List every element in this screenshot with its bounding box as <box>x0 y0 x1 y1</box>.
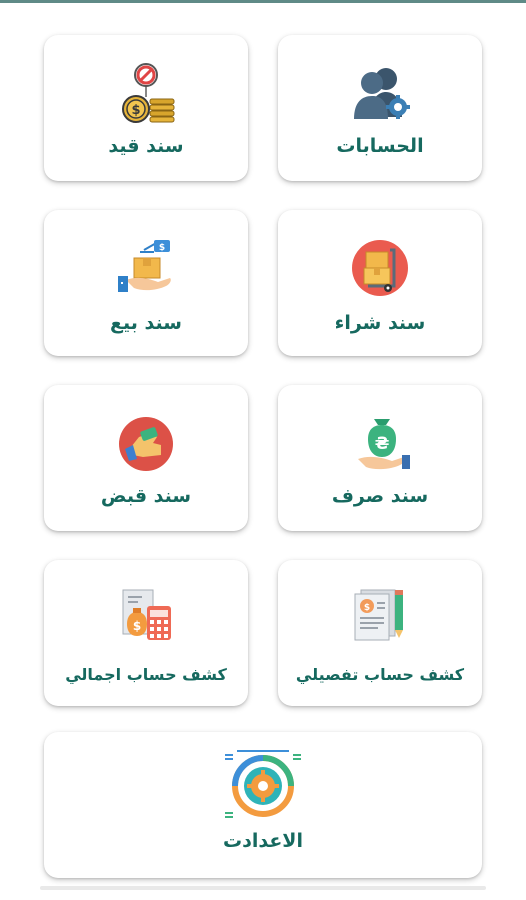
settings-card[interactable]: الاعدادت <box>44 732 482 878</box>
svg-text:$: $ <box>364 603 370 613</box>
svg-text:$: $ <box>159 243 165 253</box>
receipt-voucher-card[interactable]: سند قبض <box>44 385 248 531</box>
summary-statement-card[interactable]: $ كشف حساب اجمالي <box>44 560 248 706</box>
journal-voucher-label: سند قيد <box>108 135 184 157</box>
document-pencil-icon: $ <box>349 584 411 644</box>
sales-voucher-label: سند بيع <box>110 312 182 334</box>
detailed-statement-card[interactable]: $ كشف حساب تفصيلي <box>278 560 482 706</box>
settings-gear-chart-icon <box>223 748 303 822</box>
cart-boxes-icon <box>350 238 410 298</box>
summary-statement-label: كشف حساب اجمالي <box>65 665 227 684</box>
svg-text:₴: ₴ <box>375 434 390 454</box>
settings-label: الاعدادت <box>223 830 303 852</box>
bottom-divider <box>40 886 486 890</box>
journal-voucher-card[interactable]: $ سند قيد <box>44 35 248 181</box>
svg-text:$: $ <box>133 619 141 633</box>
payment-voucher-label: سند صرف <box>331 485 429 507</box>
accounts-users-gear-icon <box>348 65 412 121</box>
hand-receive-icon <box>117 415 175 473</box>
receipt-voucher-label: سند قبض <box>100 485 192 507</box>
top-divider <box>0 0 526 3</box>
svg-text:$: $ <box>131 103 140 118</box>
accounts-label: الحسابات <box>336 135 424 157</box>
purchase-voucher-card[interactable]: سند شراء <box>278 210 482 356</box>
purchase-voucher-label: سند شراء <box>334 312 426 334</box>
sales-voucher-card[interactable]: $ سند بيع <box>44 210 248 356</box>
accounts-card[interactable]: الحسابات <box>278 35 482 181</box>
coins-blocked-icon: $ <box>114 63 178 123</box>
hand-box-tag-icon: $ <box>114 234 178 296</box>
hand-money-bag-icon: ₴ <box>348 411 412 473</box>
detailed-statement-label: كشف حساب تفصيلي <box>295 665 465 684</box>
payment-voucher-card[interactable]: ₴ سند صرف <box>278 385 482 531</box>
invoice-calculator-icon: $ <box>115 586 177 646</box>
